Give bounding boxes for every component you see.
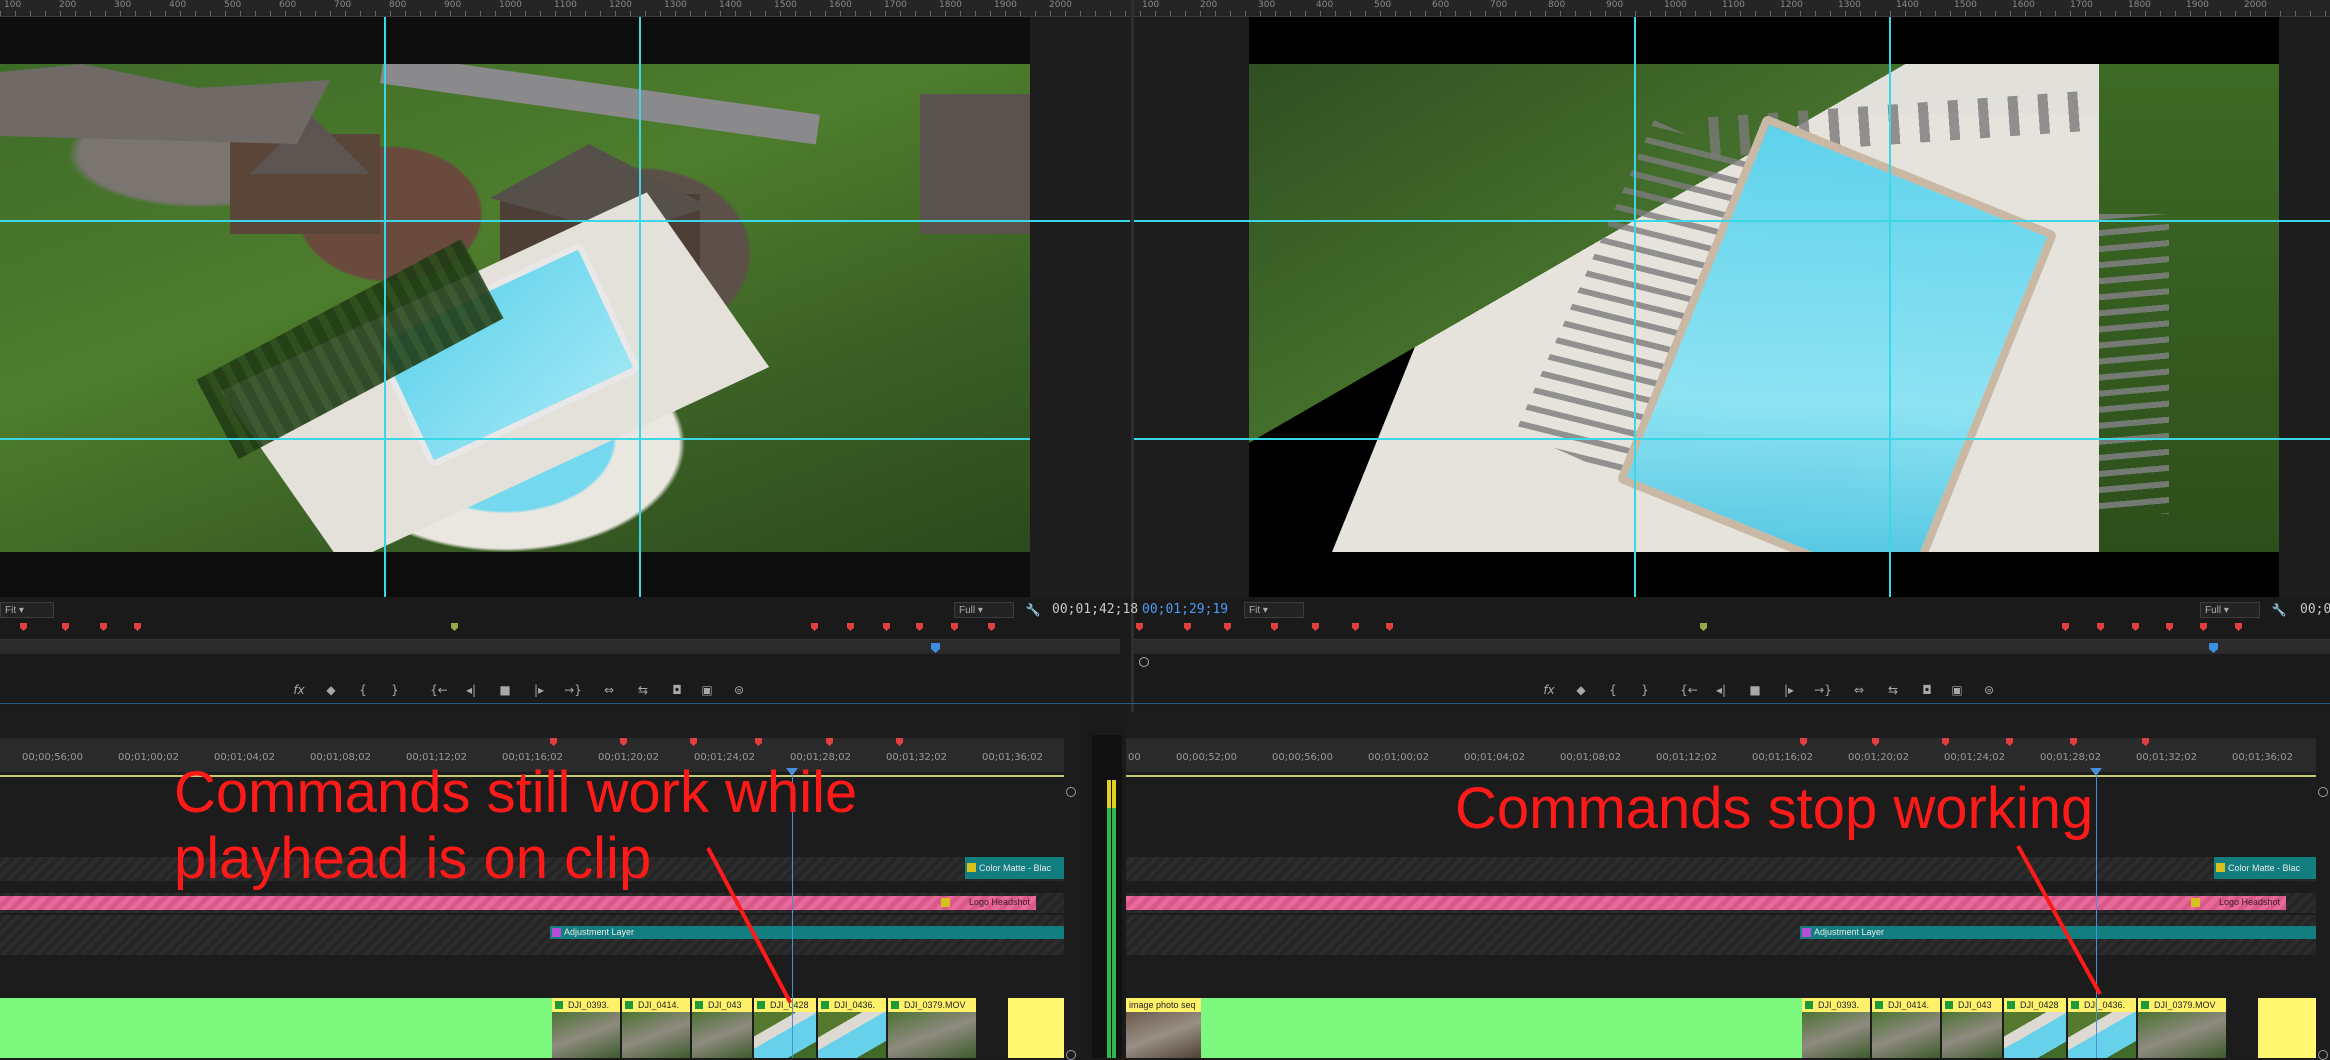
annotation-arrow-left xyxy=(706,847,792,1003)
annotation-arrow-right xyxy=(2016,845,2102,995)
annotation-arrows xyxy=(706,845,2102,1003)
